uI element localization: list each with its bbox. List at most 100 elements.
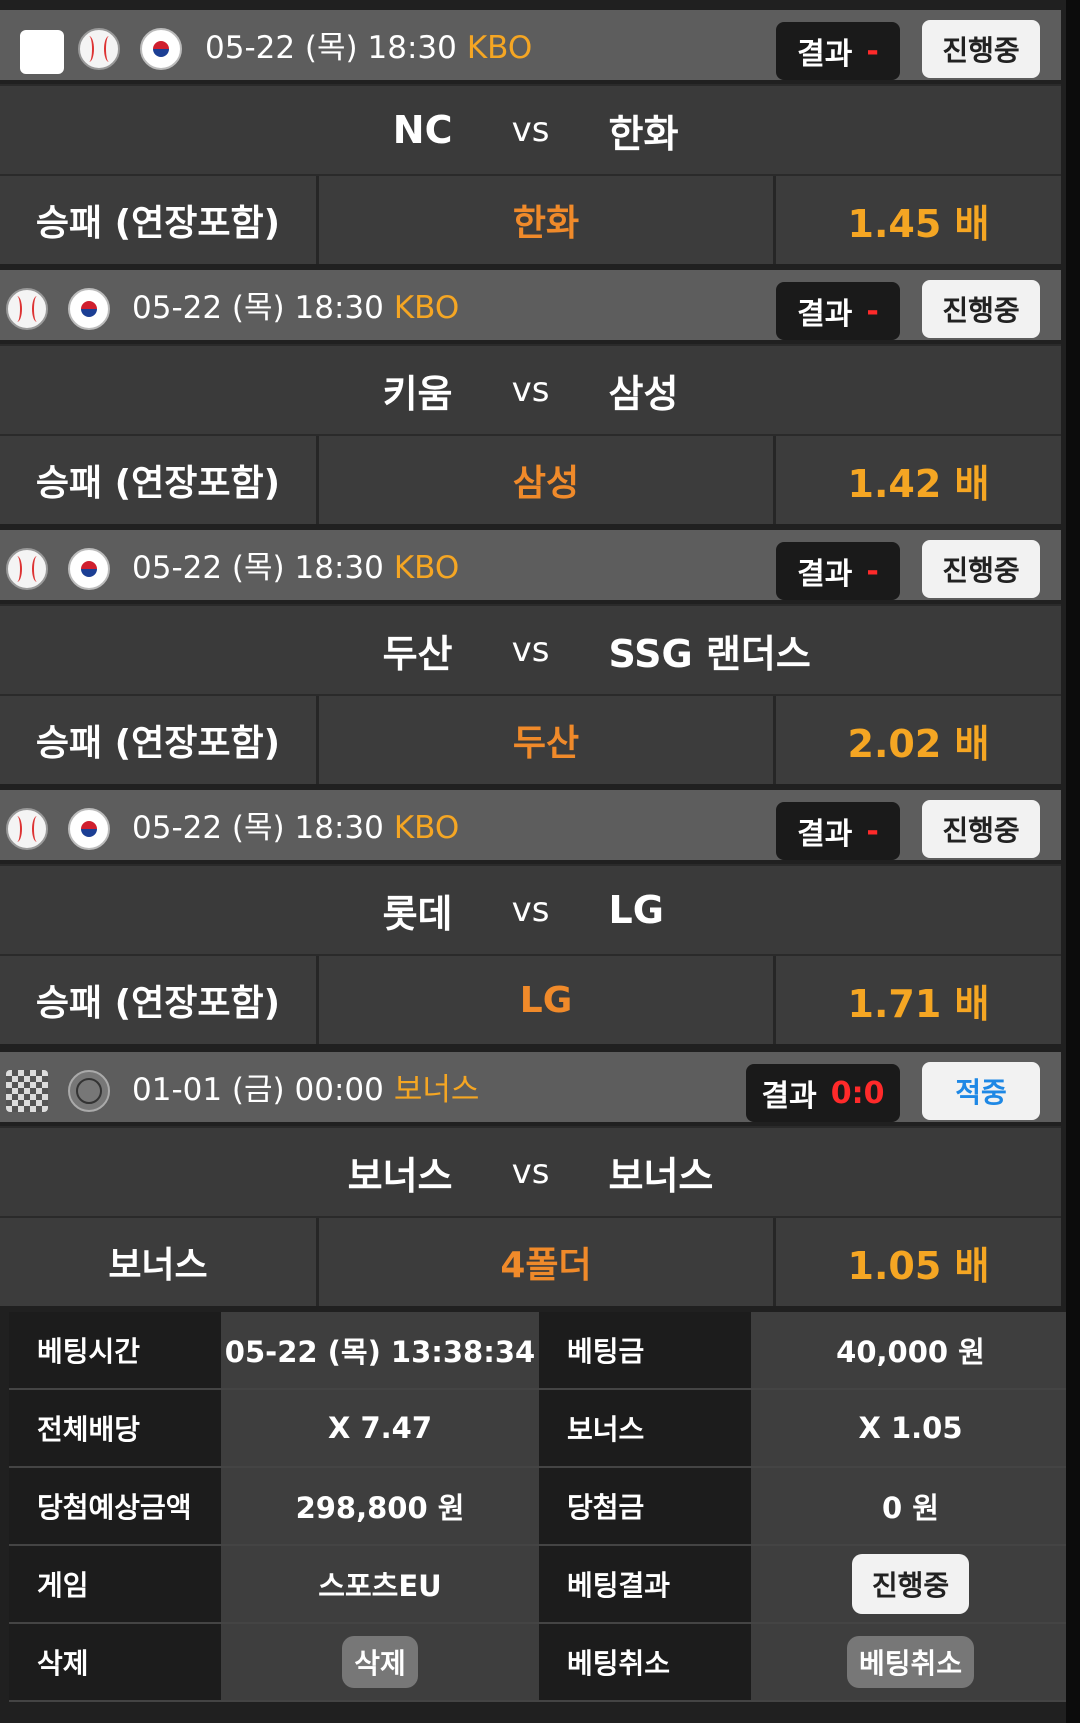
odds-value: 1.45 배	[776, 176, 1061, 264]
game-value: 스포츠EU	[221, 1546, 539, 1622]
pick-label: 삼성	[319, 436, 776, 524]
selection-row: 승패 (연장포함) LG 1.71 배	[0, 956, 1061, 1044]
home-team: 보너스	[347, 1153, 453, 1198]
league-label: 보너스	[393, 1072, 480, 1108]
bet-amount-label: 베팅금	[539, 1312, 751, 1388]
delete-button[interactable]: 삭제	[342, 1636, 418, 1688]
expected-win-value: 298,800 원	[221, 1468, 539, 1544]
bet-result-label: 베팅결과	[539, 1546, 751, 1622]
away-team: LG	[608, 888, 664, 932]
baseball-icon	[6, 288, 48, 330]
league-label: KBO	[393, 550, 460, 586]
vs-label: vs	[511, 890, 550, 930]
bet-info-table: 베팅시간 05-22 (목) 13:38:34 베팅금 40,000 원 전체배…	[9, 1312, 1070, 1702]
delete-cell: 삭제	[221, 1624, 539, 1700]
game-label: 게임	[9, 1546, 221, 1622]
odds-value: 1.05 배	[776, 1218, 1061, 1306]
league-label: KBO	[393, 290, 460, 326]
match-datetime: 05-22 (목) 18:30 KBO	[205, 30, 533, 66]
odds-value: 1.71 배	[776, 956, 1061, 1044]
market-label: 승패 (연장포함)	[0, 956, 319, 1044]
odds-value: 2.02 배	[776, 696, 1061, 784]
away-team: SSG 랜더스	[608, 631, 811, 676]
vs-label: vs	[511, 630, 550, 670]
away-team: 삼성	[608, 371, 679, 416]
odds-value: 1.42 배	[776, 436, 1061, 524]
bet-result-cell: 진행중	[751, 1546, 1070, 1622]
status-badge: 진행중	[922, 540, 1040, 598]
cancel-bet-cell: 베팅취소	[751, 1624, 1070, 1700]
market-label: 승패 (연장포함)	[0, 696, 319, 784]
selection-row: 승패 (연장포함) 삼성 1.42 배	[0, 436, 1061, 524]
match-datetime: 01-01 (금) 00:00 보너스	[132, 1072, 480, 1108]
away-team: 보너스	[608, 1153, 714, 1198]
baseball-icon	[78, 28, 120, 70]
result-box: 결과 0:0	[746, 1064, 900, 1122]
status-badge: 진행중	[922, 20, 1040, 78]
home-team: 키움	[382, 371, 453, 416]
pick-label: 한화	[319, 176, 776, 264]
away-team: 한화	[608, 111, 679, 156]
globe-icon	[68, 1070, 110, 1112]
total-odds-label: 전체배당	[9, 1390, 221, 1466]
baseball-icon	[6, 808, 48, 850]
bonus-value: X 1.05	[751, 1390, 1070, 1466]
teams-row: 롯데 vs LG	[0, 864, 1061, 956]
baseball-icon	[6, 548, 48, 590]
league-label: KBO	[393, 810, 460, 846]
result-box: 결과 -	[776, 22, 900, 80]
status-badge: 진행중	[922, 280, 1040, 338]
korea-flag-icon	[68, 548, 110, 590]
expected-win-label: 당첨예상금액	[9, 1468, 221, 1544]
bet-time-label: 베팅시간	[9, 1312, 221, 1388]
info-row: 당첨예상금액 298,800 원 당첨금 0 원	[9, 1468, 1070, 1546]
selection-row: 승패 (연장포함) 한화 1.45 배	[0, 176, 1061, 264]
status-badge: 진행중	[922, 800, 1040, 858]
cancel-bet-button[interactable]: 베팅취소	[846, 1636, 975, 1688]
match-header: 05-22 (목) 18:30 KBO 결과 - 진행중	[0, 10, 1061, 80]
cancel-bet-label: 베팅취소	[539, 1624, 751, 1700]
korea-flag-icon	[68, 808, 110, 850]
korea-flag-icon	[68, 288, 110, 330]
selection-row: 보너스 4폴더 1.05 배	[0, 1218, 1061, 1306]
match-header: 05-22 (목) 18:30 KBO 결과 - 진행중	[0, 530, 1061, 600]
info-row: 전체배당 X 7.47 보너스 X 1.05	[9, 1390, 1070, 1468]
status-badge: 적중	[922, 1062, 1040, 1120]
pick-label: 4폴더	[319, 1218, 776, 1306]
league-label: KBO	[466, 30, 533, 66]
teams-row: 보너스 vs 보너스	[0, 1126, 1061, 1218]
bet-time-value: 05-22 (목) 13:38:34	[221, 1312, 539, 1388]
vs-label: vs	[511, 1152, 550, 1192]
info-row: 베팅시간 05-22 (목) 13:38:34 베팅금 40,000 원	[9, 1312, 1070, 1390]
bet-result-badge: 진행중	[851, 1554, 970, 1614]
checkbox-icon[interactable]	[20, 30, 64, 74]
pick-label: LG	[319, 956, 776, 1044]
delete-label: 삭제	[9, 1624, 221, 1700]
match-header: 05-22 (목) 18:30 KBO 결과 - 진행중	[0, 790, 1061, 860]
match-datetime: 05-22 (목) 18:30 KBO	[132, 550, 460, 586]
selection-row: 승패 (연장포함) 두산 2.02 배	[0, 696, 1061, 784]
korea-flag-icon	[140, 28, 182, 70]
win-amount-value: 0 원	[751, 1468, 1070, 1544]
market-label: 승패 (연장포함)	[0, 176, 319, 264]
vs-label: vs	[511, 370, 550, 410]
market-label: 보너스	[0, 1218, 319, 1306]
info-row: 삭제 삭제 베팅취소 베팅취소	[9, 1624, 1070, 1702]
result-box: 결과 -	[776, 282, 900, 340]
info-row: 게임 스포츠EU 베팅결과 진행중	[9, 1546, 1070, 1624]
result-box: 결과 -	[776, 802, 900, 860]
bet-amount-value: 40,000 원	[751, 1312, 1070, 1388]
teams-row: 두산 vs SSG 랜더스	[0, 604, 1061, 696]
home-team: 두산	[382, 631, 453, 676]
home-team: 롯데	[382, 891, 453, 936]
home-team: NC	[392, 108, 453, 152]
match-datetime: 05-22 (목) 18:30 KBO	[132, 810, 460, 846]
match-datetime: 05-22 (목) 18:30 KBO	[132, 290, 460, 326]
vs-label: vs	[511, 110, 550, 150]
result-box: 결과 -	[776, 542, 900, 600]
pick-label: 두산	[319, 696, 776, 784]
teams-row: NC vs 한화	[0, 84, 1061, 176]
total-odds-value: X 7.47	[221, 1390, 539, 1466]
bet-slip: 05-22 (목) 18:30 KBO 결과 - 진행중 NC vs 한화 승패 (…	[0, 0, 1080, 1723]
bonus-icon	[6, 1070, 48, 1112]
